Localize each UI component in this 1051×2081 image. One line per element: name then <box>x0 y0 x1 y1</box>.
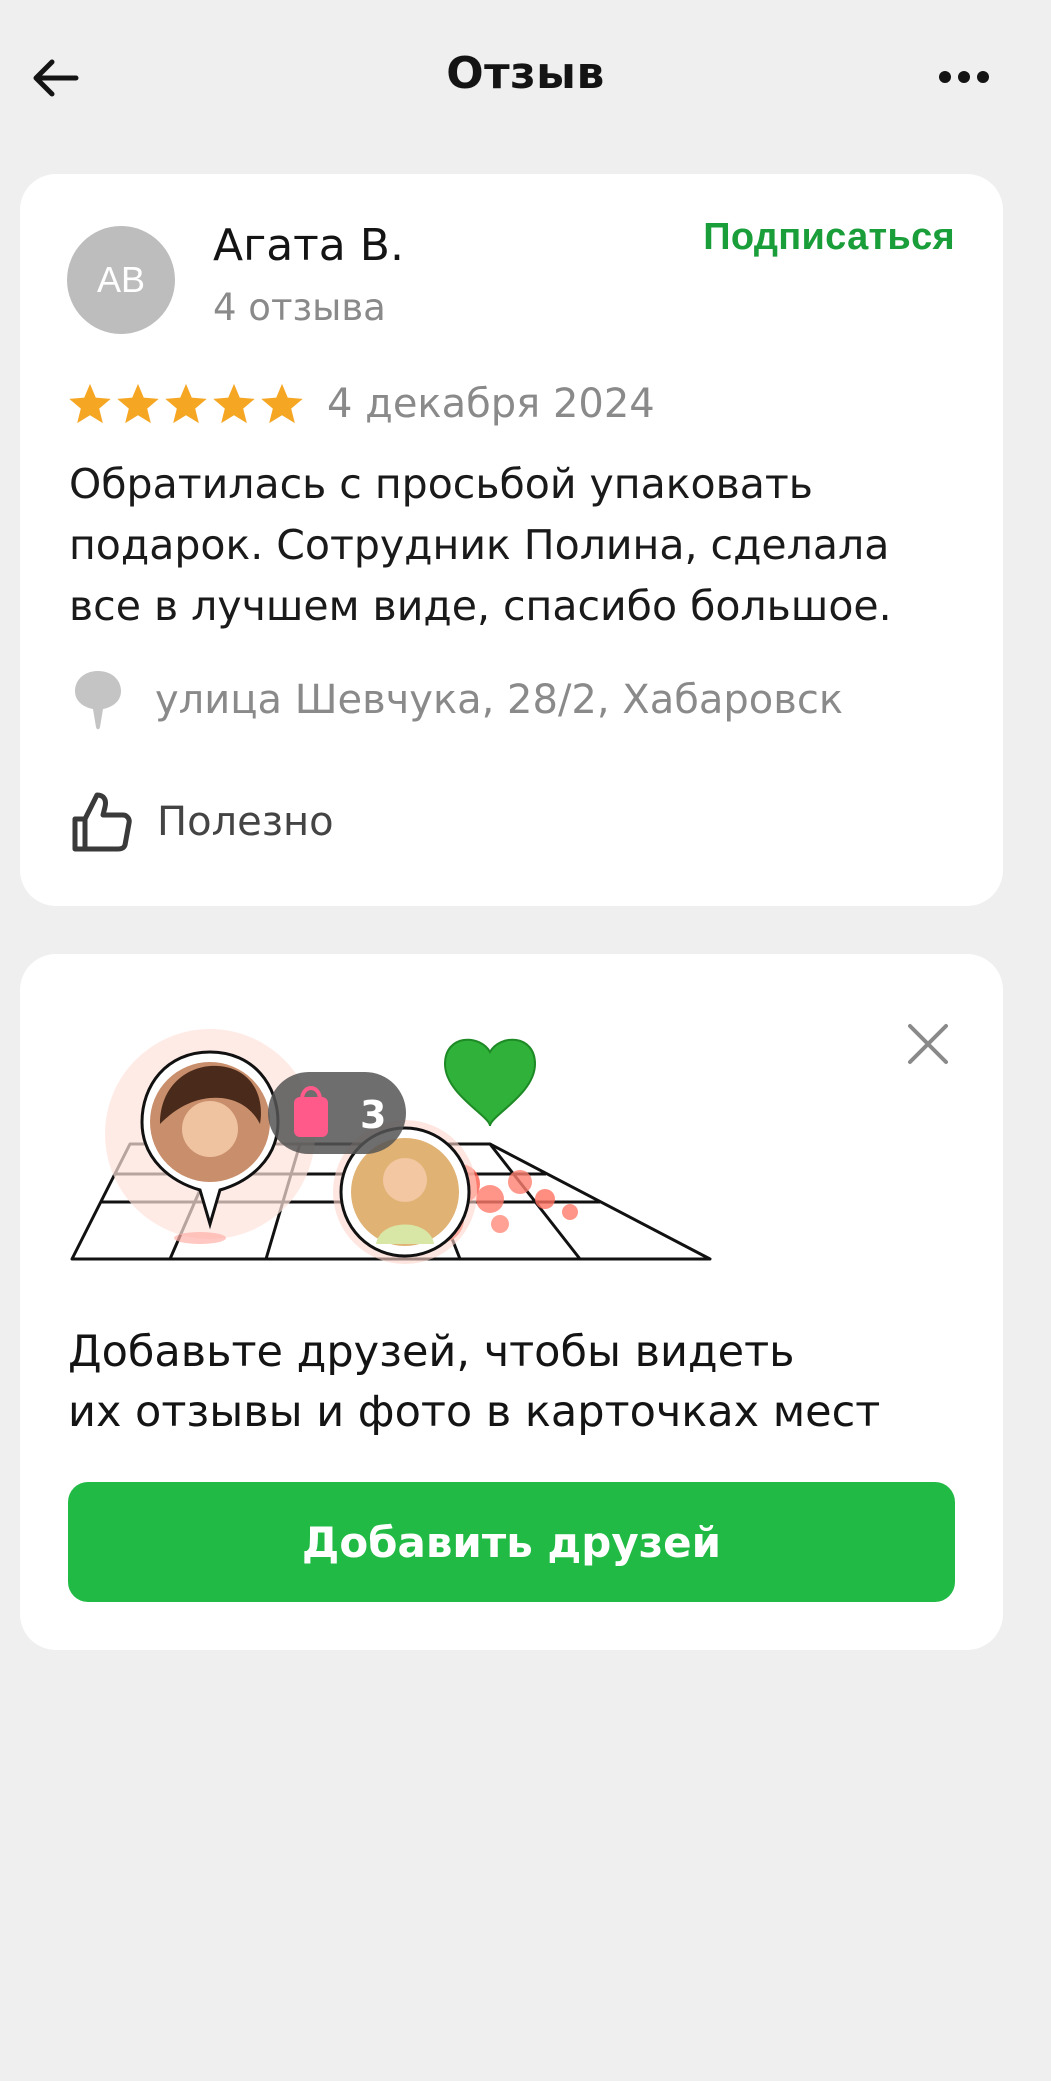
address-row[interactable]: улица Шевчука, 28/2, Хабаровск <box>69 670 843 730</box>
promo-text: Добавьте друзей, чтобы видеть их отзывы … <box>68 1322 968 1442</box>
star-rating <box>67 381 305 427</box>
friends-count-badge: 3 <box>268 1072 406 1154</box>
add-friends-promo-card: 3 Добавьте друзей, чтобы видеть их отзыв… <box>20 954 1003 1650</box>
heart-icon <box>443 1038 537 1127</box>
review-date: 4 декабря 2024 <box>327 381 655 427</box>
add-friends-button[interactable]: Добавить друзей <box>68 1482 955 1602</box>
star-icon <box>69 383 111 424</box>
star-icon <box>165 383 207 424</box>
close-icon <box>908 1024 948 1064</box>
star-icon <box>117 383 159 424</box>
avatar[interactable]: AB <box>67 226 175 334</box>
top-bar: Отзыв <box>0 0 1051 160</box>
friends-count-text: 3 <box>360 1093 386 1137</box>
star-icon <box>261 383 303 424</box>
author-reviews-count: 4 отзыва <box>213 286 386 329</box>
friends-map-illustration: 3 <box>70 1029 712 1264</box>
thumb-up-icon <box>72 792 132 852</box>
close-button[interactable] <box>896 1012 960 1076</box>
review-card: AB Агата В. 4 отзыва Подписаться 4 декаб… <box>20 174 1003 906</box>
rating-row: 4 декабря 2024 <box>67 376 655 432</box>
map-pin-icon <box>75 671 121 730</box>
more-horizontal-icon <box>939 71 989 83</box>
star-icon <box>213 383 255 424</box>
promo-text-line-1: Добавьте друзей, чтобы видеть <box>68 1327 795 1377</box>
page-title: Отзыв <box>446 48 605 99</box>
more-options-button[interactable] <box>935 60 993 94</box>
useful-label: Полезно <box>157 799 334 845</box>
author-name[interactable]: Агата В. <box>213 220 404 271</box>
promo-text-line-2: их отзывы и фото в карточках мест <box>68 1387 881 1437</box>
address-text: улица Шевчука, 28/2, Хабаровск <box>155 677 843 723</box>
useful-button[interactable]: Полезно <box>69 786 334 858</box>
subscribe-button[interactable]: Подписаться <box>703 216 955 259</box>
review-text: Обратилась с просьбой упаковать подарок.… <box>69 460 892 630</box>
